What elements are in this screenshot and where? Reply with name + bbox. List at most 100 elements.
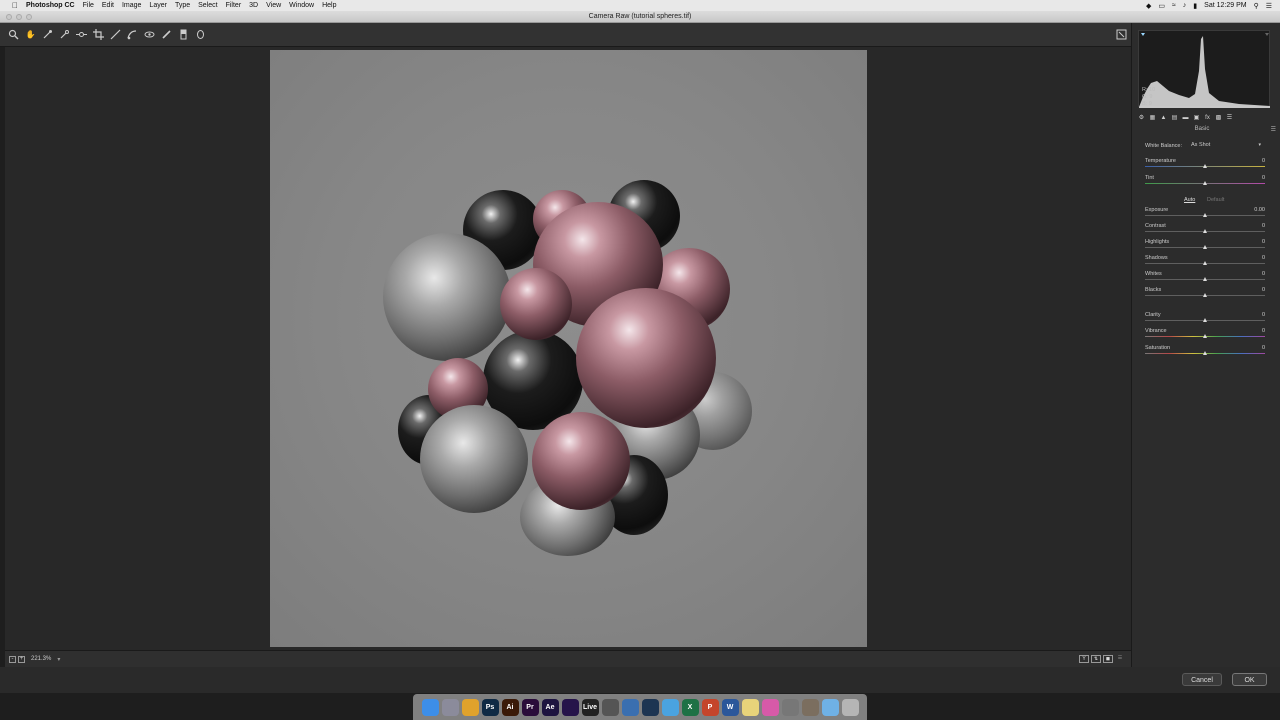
graduated-filter-tool-icon[interactable] — [178, 29, 189, 40]
tab-lens-corrections-icon[interactable]: ▣ — [1192, 114, 1201, 122]
default-link[interactable]: Default — [1207, 197, 1224, 203]
highlights-slider[interactable]: Highlights 0 — [1145, 239, 1265, 253]
menu-view[interactable]: View — [266, 2, 281, 9]
slider-value[interactable]: 0 — [1262, 287, 1265, 293]
airplay-icon[interactable]: ▭ — [1158, 2, 1165, 10]
close-window-button[interactable] — [6, 14, 12, 20]
apple-menu-icon[interactable]:  — [8, 1, 22, 10]
spotlight-icon[interactable]: ⚲ — [1254, 2, 1259, 10]
slider-thumb[interactable] — [1202, 229, 1207, 233]
tab-split-toning-icon[interactable]: ▬ — [1181, 114, 1190, 122]
auto-link[interactable]: Auto — [1184, 197, 1195, 203]
red-eye-tool-icon[interactable] — [144, 29, 155, 40]
tab-fx-icon[interactable]: fx — [1203, 114, 1212, 122]
dock-after-effects-icon[interactable]: Ae — [541, 698, 559, 716]
menu-file[interactable]: File — [83, 2, 94, 9]
color-sampler-tool-icon[interactable] — [59, 29, 70, 40]
swap-settings-icon[interactable]: ⇅ — [1091, 655, 1101, 663]
adjustment-brush-tool-icon[interactable] — [161, 29, 172, 40]
zoom-in-button[interactable]: + — [18, 655, 25, 663]
slider-thumb[interactable] — [1202, 213, 1207, 217]
tab-camera-calibration-icon[interactable]: ▩ — [1214, 114, 1223, 122]
menu-3d[interactable]: 3D — [249, 2, 258, 9]
slider-thumb[interactable] — [1202, 181, 1207, 185]
dock-app-icon[interactable] — [621, 698, 639, 716]
exposure-slider[interactable]: Exposure 0.00 — [1145, 207, 1265, 221]
dock-app-store-icon[interactable] — [801, 698, 819, 716]
before-after-view-icon[interactable]: Y — [1079, 655, 1089, 663]
battery-icon[interactable]: ▮ — [1193, 2, 1197, 10]
dock-media-encoder-icon[interactable] — [561, 698, 579, 716]
dock-system-preferences-icon[interactable] — [781, 698, 799, 716]
contrast-slider[interactable]: Contrast 0 — [1145, 223, 1265, 237]
volume-icon[interactable]: ♪ — [1183, 2, 1187, 9]
straighten-tool-icon[interactable] — [110, 29, 121, 40]
slider-value[interactable]: 0 — [1262, 312, 1265, 318]
slider-value[interactable]: 0 — [1262, 255, 1265, 261]
slider-value[interactable]: 0 — [1262, 328, 1265, 334]
menu-select[interactable]: Select — [198, 2, 217, 9]
white-balance-dropdown[interactable]: As Shot ▾ — [1188, 141, 1264, 150]
zoom-level[interactable]: 221.3% — [31, 656, 51, 662]
slider-thumb[interactable] — [1202, 318, 1207, 322]
dock-premiere-icon[interactable]: Pr — [521, 698, 539, 716]
vibrance-slider[interactable]: Vibrance 0 — [1145, 328, 1265, 342]
radial-filter-tool-icon[interactable] — [195, 29, 206, 40]
dock-notes-icon[interactable] — [741, 698, 759, 716]
whites-slider[interactable]: Whites 0 — [1145, 271, 1265, 285]
dock-ableton-live-icon[interactable]: Live — [581, 698, 599, 716]
tab-basic-icon[interactable]: ⚙ — [1137, 114, 1146, 122]
menu-help[interactable]: Help — [322, 2, 336, 9]
slider-thumb[interactable] — [1202, 277, 1207, 281]
dock-powerpoint-icon[interactable]: P — [701, 698, 719, 716]
menu-image[interactable]: Image — [122, 2, 141, 9]
ok-button[interactable]: OK — [1232, 673, 1267, 686]
minimize-window-button[interactable] — [16, 14, 22, 20]
dock-launchpad-icon[interactable] — [441, 698, 459, 716]
slider-value[interactable]: 0 — [1262, 158, 1265, 164]
tab-detail-icon[interactable]: ▲ — [1159, 114, 1168, 122]
slider-thumb[interactable] — [1202, 261, 1207, 265]
dock-excel-icon[interactable]: X — [681, 698, 699, 716]
app-menu[interactable]: Photoshop CC — [26, 2, 75, 9]
menu-edit[interactable]: Edit — [102, 2, 114, 9]
tint-slider[interactable]: Tint 0 — [1145, 175, 1265, 189]
menu-window[interactable]: Window — [289, 2, 314, 9]
dropbox-icon[interactable]: ◆ — [1146, 2, 1151, 10]
temperature-slider[interactable]: Temperature 0 — [1145, 158, 1265, 172]
spot-removal-tool-icon[interactable] — [127, 29, 138, 40]
slider-thumb[interactable] — [1202, 351, 1207, 355]
menu-lines-icon[interactable]: ☰ — [1115, 655, 1125, 663]
dock-folder-icon[interactable] — [821, 698, 839, 716]
tab-hsl-icon[interactable]: ▤ — [1170, 114, 1179, 122]
slider-value[interactable]: 0 — [1262, 239, 1265, 245]
zoom-out-button[interactable]: - — [9, 655, 16, 663]
slider-thumb[interactable] — [1202, 245, 1207, 249]
slider-thumb[interactable] — [1202, 334, 1207, 338]
dock-illustrator-icon[interactable]: Ai — [501, 698, 519, 716]
zoom-window-button[interactable] — [26, 14, 32, 20]
menu-filter[interactable]: Filter — [226, 2, 242, 9]
dock-chrome-icon[interactable] — [461, 698, 479, 716]
slider-value[interactable]: 0 — [1262, 175, 1265, 181]
wifi-icon[interactable]: ≈ — [1172, 2, 1176, 9]
slider-value[interactable]: 0 — [1262, 271, 1265, 277]
dock-itunes-icon[interactable] — [761, 698, 779, 716]
panel-menu-icon[interactable]: ☰ — [1271, 126, 1276, 133]
shadows-slider[interactable]: Shadows 0 — [1145, 255, 1265, 269]
preview-image[interactable] — [270, 50, 867, 647]
slider-value[interactable]: 0 — [1262, 223, 1265, 229]
slider-value[interactable]: 0.00 — [1254, 207, 1265, 213]
dock-photoshop-icon[interactable]: Ps — [481, 698, 499, 716]
fullscreen-toggle-icon[interactable] — [1116, 29, 1127, 40]
tab-tone-curve-icon[interactable]: ▦ — [1148, 114, 1157, 122]
clarity-slider[interactable]: Clarity 0 — [1145, 312, 1265, 326]
copy-settings-icon[interactable]: ◼ — [1103, 655, 1113, 663]
cancel-button[interactable]: Cancel — [1182, 673, 1222, 686]
saturation-slider[interactable]: Saturation 0 — [1145, 345, 1265, 359]
slider-thumb[interactable] — [1202, 164, 1207, 168]
targeted-adjustment-tool-icon[interactable] — [76, 29, 87, 40]
crop-tool-icon[interactable] — [93, 29, 104, 40]
slider-value[interactable]: 0 — [1262, 345, 1265, 351]
dock-word-icon[interactable]: W — [721, 698, 739, 716]
